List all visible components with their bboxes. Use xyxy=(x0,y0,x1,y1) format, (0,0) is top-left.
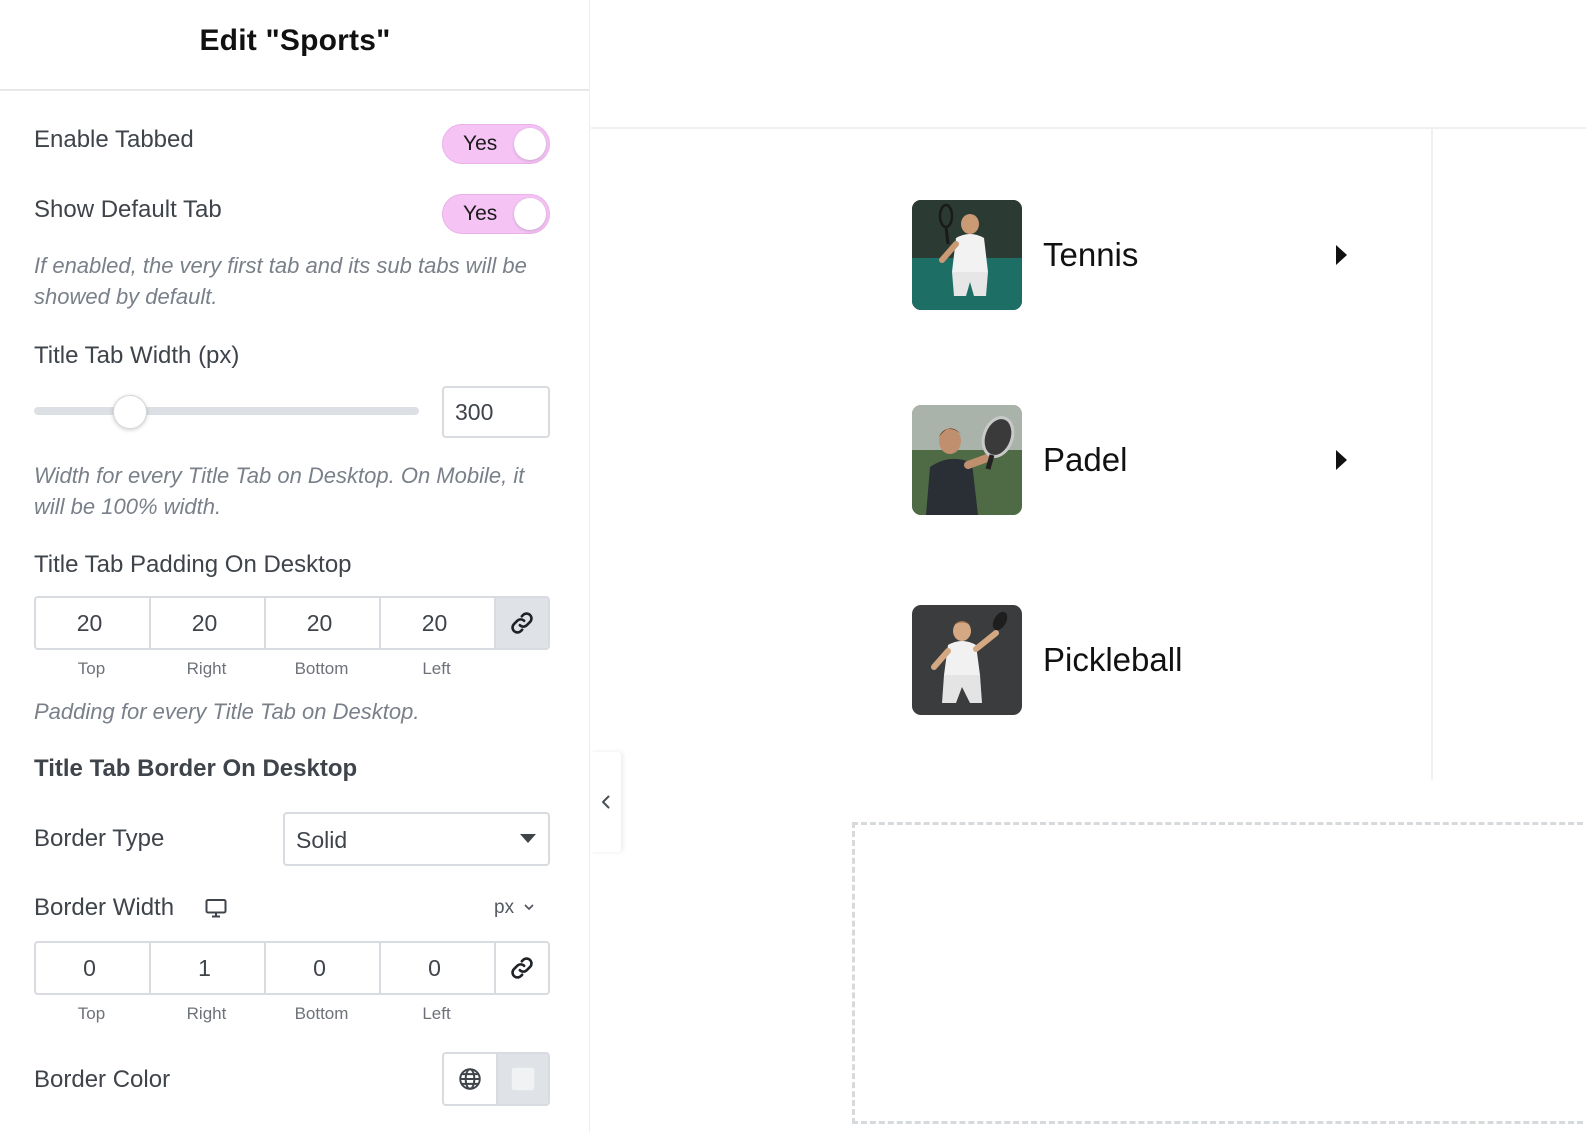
show-default-tab-label: Show Default Tab xyxy=(34,196,222,223)
border-width-label: Border Width xyxy=(34,894,175,921)
title-tab-width-input[interactable]: 300 xyxy=(442,386,550,438)
unit-select[interactable]: px xyxy=(494,897,535,919)
border-color-control xyxy=(442,1052,550,1106)
padel-thumbnail xyxy=(912,405,1022,515)
padding-dimensions-control: 20 20 20 20 xyxy=(34,596,550,650)
border-width-link-button[interactable] xyxy=(496,943,548,993)
border-top-input[interactable]: 0 xyxy=(36,943,151,993)
chevron-down-icon xyxy=(524,904,534,910)
padding-right-input[interactable]: 20 xyxy=(151,598,266,648)
border-bottom-input[interactable]: 0 xyxy=(266,943,381,993)
padding-link-button[interactable] xyxy=(496,598,548,648)
tab-item-pickleball[interactable]: Pickleball xyxy=(912,605,1392,715)
link-icon xyxy=(511,957,533,979)
padding-side-labels: Top Right Bottom Left xyxy=(34,659,494,679)
title-tab-width-label: Title Tab Width (px) xyxy=(34,342,240,369)
desktop-monitor-icon[interactable] xyxy=(204,896,228,920)
border-top-label: Top xyxy=(77,1004,106,1023)
enable-tabbed-toggle[interactable]: Yes xyxy=(442,124,550,164)
tab-name-padel: Padel xyxy=(1043,441,1128,478)
tab-item-padel[interactable]: Padel xyxy=(912,405,1392,515)
border-width-dimensions-control: 0 1 0 0 xyxy=(34,941,550,995)
chevron-left-icon xyxy=(601,795,609,809)
pickleball-thumbnail xyxy=(912,605,1022,715)
border-right-label: Right xyxy=(186,1004,227,1023)
caret-down-icon xyxy=(520,834,536,843)
tab-item-tennis[interactable]: Tennis xyxy=(912,200,1392,310)
show-default-tab-description: If enabled, the very first tab and its s… xyxy=(34,253,527,309)
border-left-label: Left xyxy=(422,1004,451,1023)
padding-top-input[interactable]: 20 xyxy=(36,598,151,648)
globe-icon xyxy=(459,1068,481,1090)
panel-title: Edit "Sports" xyxy=(199,24,391,57)
collapse-panel-button[interactable] xyxy=(590,752,621,852)
title-tab-width-slider-track[interactable] xyxy=(34,407,419,415)
toggle-knob xyxy=(514,128,546,160)
title-tab-width-slider-handle[interactable] xyxy=(113,395,147,429)
padding-description: Padding for every Title Tab on Desktop. xyxy=(34,699,420,724)
unit-value: px xyxy=(494,897,515,918)
caret-right-icon xyxy=(1336,450,1347,470)
tab-name-pickleball: Pickleball xyxy=(1043,641,1183,678)
enable-tabbed-label: Enable Tabbed xyxy=(34,126,194,153)
title-tab-width-description: Width for every Title Tab on Desktop. On… xyxy=(34,463,525,519)
caret-right-icon xyxy=(1336,245,1347,265)
show-default-tab-toggle[interactable]: Yes xyxy=(442,194,550,234)
border-section-heading: Title Tab Border On Desktop xyxy=(34,755,358,782)
global-colors-button[interactable] xyxy=(444,1054,498,1104)
enable-tabbed-toggle-text: Yes xyxy=(463,132,498,155)
border-type-label: Border Type xyxy=(34,825,165,852)
padding-bottom-label: Bottom xyxy=(294,659,349,678)
color-picker-button[interactable] xyxy=(498,1054,548,1104)
padding-right-label: Right xyxy=(186,659,227,678)
empty-drop-zone[interactable] xyxy=(852,822,1586,1124)
border-bottom-label: Bottom xyxy=(294,1004,349,1023)
tabs-vertical-divider xyxy=(1431,128,1433,780)
tennis-thumbnail xyxy=(912,200,1022,310)
border-left-input[interactable]: 0 xyxy=(381,943,496,993)
link-icon xyxy=(511,612,533,634)
padding-bottom-input[interactable]: 20 xyxy=(266,598,381,648)
title-tab-padding-label: Title Tab Padding On Desktop xyxy=(34,551,352,578)
padding-top-label: Top xyxy=(77,659,106,678)
toggle-knob xyxy=(514,198,546,230)
border-type-value: Solid xyxy=(296,827,348,853)
border-width-side-labels: Top Right Bottom Left xyxy=(34,1004,494,1024)
border-type-select[interactable]: Solid xyxy=(283,812,550,866)
editor-panel: Edit "Sports" Enable Tabbed Yes Show Def… xyxy=(0,0,590,1132)
tab-name-tennis: Tennis xyxy=(1043,236,1139,273)
canvas-top-divider xyxy=(591,127,1586,129)
padding-left-label: Left xyxy=(422,659,451,678)
color-swatch xyxy=(511,1067,535,1091)
border-color-label: Border Color xyxy=(34,1066,171,1093)
border-right-input[interactable]: 1 xyxy=(151,943,266,993)
panel-header: Edit "Sports" xyxy=(0,0,589,91)
show-default-tab-toggle-text: Yes xyxy=(463,202,498,225)
padding-left-input[interactable]: 20 xyxy=(381,598,496,648)
